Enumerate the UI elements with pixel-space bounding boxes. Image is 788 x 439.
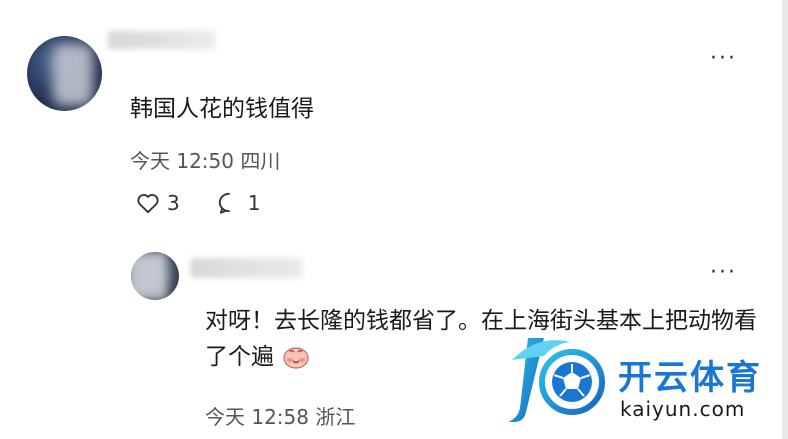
username-blurred[interactable] (108, 31, 216, 49)
reply-count: 1 (247, 191, 261, 215)
scrollbar-track[interactable] (782, 0, 788, 439)
comment-actions: 3 1 (135, 190, 260, 216)
brand-url: kaiyun.com (620, 397, 746, 421)
comment-text: 韩国人花的钱值得 (130, 96, 314, 122)
avatar[interactable] (27, 36, 102, 111)
kaiyun-logo-icon (508, 338, 605, 422)
reply-meta: 今天 12:58 浙江 (205, 405, 356, 429)
blushing-face-emoji (283, 347, 309, 369)
more-options-button[interactable]: ··· (710, 262, 737, 284)
username-blurred[interactable] (190, 258, 302, 278)
brand-name: 开云体育 (618, 358, 762, 398)
more-options-button[interactable]: ··· (710, 48, 737, 70)
heart-icon[interactable] (135, 190, 161, 216)
like-count: 3 (167, 191, 180, 215)
reply-bubble-icon[interactable] (216, 190, 242, 216)
comment-meta: 今天 12:50 四川 (130, 149, 281, 173)
avatar[interactable] (131, 252, 179, 300)
